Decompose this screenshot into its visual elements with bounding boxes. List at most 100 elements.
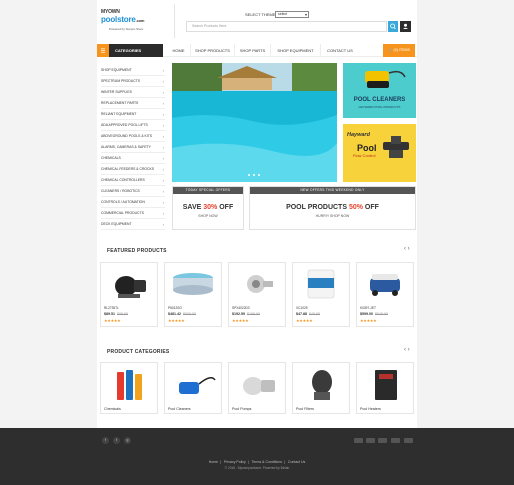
product-name[interactable]: K0397-JET (360, 306, 376, 310)
nav-shop-equipment[interactable]: SHOP EQUIPMENT (271, 44, 321, 57)
sidebar-item[interactable]: ADA APPROVED POOL LIFTS › (101, 120, 165, 131)
categories-label: CATEGORIES (115, 48, 142, 53)
category-card-pool-filters[interactable]: Pool Filters (292, 362, 350, 414)
product-name[interactable]: XC1025 (296, 306, 308, 310)
sidebar-item[interactable]: CHEMICAL CONTROLLERS › (101, 175, 165, 186)
sidebar-item[interactable]: CONTROLS / AUTOMATION › (101, 197, 165, 208)
sidebar-item-label: CHEMICAL FEEDERS & CROCKS (101, 167, 155, 171)
product-card[interactable]: K0397-JET $599.00 $649.95 ★★★★★ (356, 262, 414, 327)
promo-cleaners-title: POOL CLEANERS (353, 97, 406, 103)
google-plus-icon[interactable]: g (124, 437, 131, 444)
nav-home[interactable]: HOME (167, 44, 191, 57)
sidebar-item-label: REPLACEMENT PARTS (101, 101, 139, 105)
chevron-right-icon[interactable]: › (408, 347, 410, 353)
footer-link-terms[interactable]: Terms & Conditions (252, 460, 282, 464)
sidebar-item[interactable]: CLEANERS / ROBOTICS › (101, 186, 165, 197)
nav-shop-parts[interactable]: SHOP PARTS (235, 44, 271, 57)
deal-weekend-offer[interactable]: NEW OFFERS THIS WEEKEND ONLY POOL PRODUC… (249, 186, 416, 230)
chevron-left-icon[interactable]: ‹ (404, 347, 406, 353)
deal-tag: NEW OFFERS THIS WEEKEND ONLY (250, 187, 415, 194)
logo-tagline: Powered by Sunpro Store (109, 27, 144, 31)
chevron-left-icon[interactable]: ‹ (404, 246, 406, 252)
category-card-chemicals[interactable]: Chemicals (100, 362, 158, 414)
promo-flow-control[interactable]: Hayward Pool Flow Control (343, 124, 416, 182)
cart-icon: 🛒 (388, 48, 393, 52)
hero-pool-image (172, 63, 337, 182)
header-divider (174, 4, 175, 38)
sidebar-item[interactable]: ALARMS, CAMERAS & SAFETY › (101, 142, 165, 153)
product-rating: ★★★★★ (360, 318, 377, 323)
sidebar-item[interactable]: ABOVEGROUND POOLS & KITS › (101, 131, 165, 142)
sidebar-item[interactable]: REPLACEMENT PARTS › (101, 98, 165, 109)
product-card[interactable]: RL2735TL $89.51 $99.95 ★★★★★ (100, 262, 158, 327)
product-price: $47.88 $49.95 (296, 312, 320, 316)
sidebar-item-label: ALARMS, CAMERAS & SAFETY (101, 145, 151, 149)
deal-shop-now: SHOP NOW (198, 214, 218, 218)
featured-products-title: FEATURED PRODUCTS (107, 248, 167, 254)
sidebar-item[interactable]: RELIANT EQUIPMENT › (101, 109, 165, 120)
search-icon (390, 23, 396, 30)
product-card[interactable]: SPX4022D3 $192.59 $198.95 ★★★★★ (228, 262, 286, 327)
chevron-right-icon: › (162, 123, 164, 128)
product-rating: ★★★★★ (104, 318, 121, 323)
chevron-right-icon[interactable]: › (408, 246, 410, 252)
theme-select[interactable]: select ▾ (275, 10, 309, 18)
chemical-bucket-image (307, 269, 335, 299)
product-categories-title: PRODUCT CATEGORIES (107, 349, 170, 355)
product-price: $481.42 $509.50 (168, 312, 196, 316)
deal-shop-now: HURRY! SHOP NOW (315, 214, 350, 218)
promo-pool-cleaners[interactable]: POOL CLEANERS HAYWARD POOL PRODUCTS (343, 63, 416, 118)
nav-contact-us[interactable]: CONTACT US (321, 44, 359, 57)
footer-link-home[interactable]: Home (209, 460, 218, 464)
category-card-pool-heaters[interactable]: Pool Heaters (356, 362, 414, 414)
product-name[interactable]: SPX4022D3 (232, 306, 250, 310)
above-ground-pool-image (173, 273, 213, 295)
sidebar-item[interactable]: DECK EQUIPMENT › (101, 219, 165, 230)
footer-link-privacy[interactable]: Privacy Policy (224, 460, 246, 464)
sidebar-item[interactable]: CHEMICAL FEEDERS & CROCKS › (101, 164, 165, 175)
cart-button[interactable]: 🛒 (0) ITEMS (383, 44, 415, 57)
product-card[interactable]: XC1025 $47.88 $49.95 ★★★★★ (292, 262, 350, 327)
site-header: MYOWN poolstore.com Powered by Sunpro Sto… (97, 0, 417, 42)
main-navbar: CATEGORIES HOME SHOP PRODUCTS SHOP PARTS… (97, 44, 417, 57)
site-logo[interactable]: MYOWN poolstore.com Powered by Sunpro Sto… (101, 8, 167, 32)
sidebar-item[interactable]: WINTER SUPPLIES › (101, 87, 165, 98)
twitter-icon[interactable]: t (113, 437, 120, 444)
chevron-right-icon: › (162, 101, 164, 106)
sidebar-item[interactable]: COMMERCIAL PRODUCTS › (101, 208, 165, 219)
chevron-right-icon: › (162, 167, 164, 172)
search-input[interactable]: Search Products Here (186, 21, 387, 32)
payment-amex-icon (378, 438, 387, 443)
deal-tag: TODAY SPECIAL OFFERS (173, 187, 243, 194)
category-label: Pool Pumps (232, 407, 252, 411)
payment-paypal-icon (404, 438, 413, 443)
sidebar-item-label: COMMERCIAL PRODUCTS (101, 211, 144, 215)
footer-link-contact[interactable]: Contact Us (288, 460, 305, 464)
deal-today-special[interactable]: TODAY SPECIAL OFFERS SAVE 30% OFF SHOP N… (172, 186, 244, 230)
chevron-right-icon: › (162, 178, 164, 183)
sidebar-item-label: ABOVEGROUND POOLS & KITS (101, 134, 153, 138)
product-card[interactable]: P6012SO $481.42 $509.50 ★★★★★ (164, 262, 222, 327)
chevron-right-icon: › (162, 145, 164, 150)
facebook-icon[interactable]: f (102, 437, 109, 444)
hero-slider[interactable] (172, 63, 337, 182)
menu-icon (97, 44, 109, 57)
category-card-pool-pumps[interactable]: Pool Pumps (228, 362, 286, 414)
sidebar-item[interactable]: SHOP EQUIPMENT › (101, 65, 165, 76)
sidebar-item-label: CHEMICALS (101, 156, 121, 160)
nav-shop-products[interactable]: SHOP PRODUCTS (191, 44, 235, 57)
pump-image (115, 276, 146, 298)
sidebar-item[interactable]: CHEMICALS › (101, 153, 165, 164)
sidebar-item-label: WINTER SUPPLIES (101, 90, 132, 94)
category-card-pool-cleaners[interactable]: Pool Cleaners (164, 362, 222, 414)
product-price: $192.59 $198.95 (232, 312, 260, 316)
categories-button[interactable]: CATEGORIES (97, 44, 163, 57)
sidebar-item[interactable]: SPECTRUM PRODUCTS › (101, 76, 165, 87)
product-name[interactable]: RL2735TL (104, 306, 119, 310)
promo-cleaners-sub: HAYWARD POOL PRODUCTS (358, 105, 401, 109)
pool-fitting-image (247, 275, 273, 293)
product-name[interactable]: P6012SO (168, 306, 182, 310)
sidebar-item-label: CLEANERS / ROBOTICS (101, 189, 140, 193)
user-button[interactable] (400, 21, 411, 32)
search-button[interactable] (388, 21, 398, 32)
